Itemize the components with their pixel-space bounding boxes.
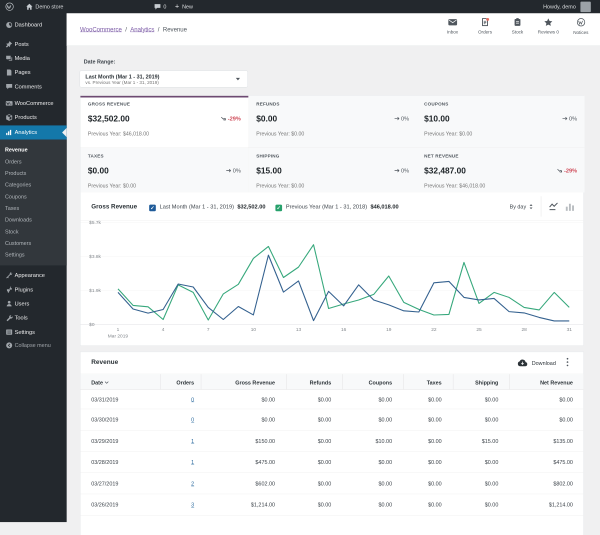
svg-text:Mar 2019: Mar 2019: [108, 334, 129, 340]
svg-text:25: 25: [476, 327, 482, 333]
svg-text:$0: $0: [89, 322, 95, 328]
svg-text:13: 13: [296, 327, 302, 333]
svg-text:$3.8k: $3.8k: [89, 254, 101, 260]
svg-text:28: 28: [521, 327, 527, 333]
svg-text:4: 4: [162, 327, 165, 333]
svg-text:10: 10: [251, 327, 257, 333]
svg-text:7: 7: [207, 327, 210, 333]
svg-text:19: 19: [386, 327, 392, 333]
svg-text:1: 1: [117, 327, 120, 333]
svg-text:$5.7k: $5.7k: [89, 220, 101, 226]
svg-text:$1.9k: $1.9k: [89, 288, 101, 294]
svg-text:31: 31: [567, 327, 573, 333]
svg-text:16: 16: [341, 327, 347, 333]
svg-text:22: 22: [431, 327, 437, 333]
